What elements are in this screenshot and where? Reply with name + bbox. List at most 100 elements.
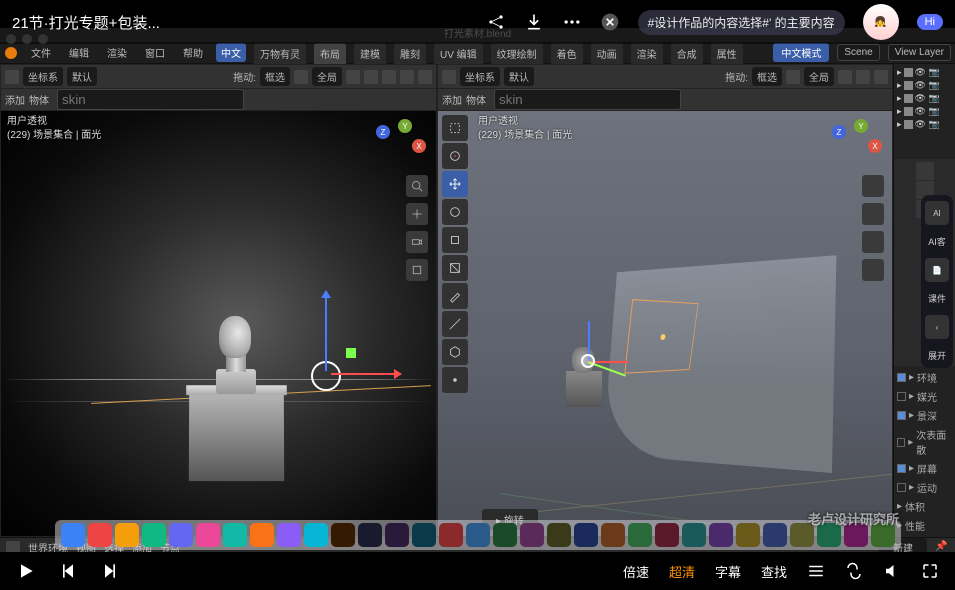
gizmo-z-axis[interactable] [325,291,327,371]
snap-icon[interactable] [786,70,800,84]
volume-icon[interactable] [883,562,901,580]
transform-space[interactable]: 全局 [312,67,342,86]
shading-icon[interactable] [418,70,432,84]
perspective-icon[interactable] [406,259,428,281]
dock-app[interactable] [547,523,571,547]
hi-badge[interactable]: Hi [917,14,943,30]
dock-app[interactable] [655,523,679,547]
menu-render[interactable]: 渲染 [102,43,132,62]
download-icon[interactable] [524,12,544,32]
workspace-tab[interactable]: 建模 [354,43,386,64]
playlist-icon[interactable] [807,562,825,580]
subtitle-button[interactable]: 字幕 [715,562,741,581]
dock-app[interactable] [628,523,652,547]
tool-annotate[interactable] [442,283,468,309]
dock-app[interactable] [520,523,544,547]
avatar[interactable]: 👧 [863,4,899,40]
tool-scale[interactable] [442,227,468,253]
menu-file[interactable]: 文件 [26,43,56,62]
tool-transform[interactable] [442,255,468,281]
workspace-tab[interactable]: 万物有灵 [254,43,306,64]
menu-window[interactable]: 窗口 [140,43,170,62]
speed-button[interactable]: 倍速 [623,562,649,581]
prop-row[interactable]: ▸景深 [896,406,953,425]
shading-material-icon[interactable] [856,70,870,84]
pan-icon[interactable] [406,203,428,225]
nav-gizmo[interactable]: XYZ [832,117,882,167]
dock-app[interactable] [493,523,517,547]
prop-row[interactable]: ▸屏幕 [896,459,953,478]
dock-app[interactable] [331,523,355,547]
dock-app[interactable] [358,523,382,547]
tool-move[interactable] [442,171,468,197]
viewport-canvas-left[interactable]: 用户透视 (229) 场景集合 | 面光 XYZ [1,111,436,536]
perspective-icon[interactable] [862,259,884,281]
mode-button[interactable]: 中文模式 [773,43,829,62]
dock-app[interactable] [763,523,787,547]
tool-extra[interactable] [442,367,468,393]
share-icon[interactable] [486,12,506,32]
prop-row[interactable]: ▸性能 [896,516,953,535]
tool-measure[interactable] [442,311,468,337]
dock-app[interactable] [736,523,760,547]
lang-button[interactable]: 中文 [216,43,246,62]
zoom-icon[interactable] [862,175,884,197]
workspace-tab[interactable]: 雕刻 [394,43,426,64]
dock-app[interactable] [574,523,598,547]
snap-icon[interactable] [294,70,308,84]
outliner[interactable]: ▸ 👁 📷 ▸ 👁 📷 ▸ 👁 📷 ▸ 👁 📷 ▸ 👁 📷 [894,64,955,159]
editor-type-icon[interactable] [442,70,456,84]
dock-app[interactable] [682,523,706,547]
fullscreen-icon[interactable] [921,562,939,580]
workspace-tab-active[interactable]: 布局 [314,43,346,64]
dock-app[interactable] [466,523,490,547]
play-icon[interactable] [16,561,36,581]
scene-field[interactable]: Scene [837,44,879,61]
shading-icon[interactable] [382,70,396,84]
workspace-tab[interactable]: 属性 [711,43,743,64]
tool-cursor[interactable] [442,143,468,169]
viewlayer-field[interactable]: View Layer [888,44,951,61]
prop-row[interactable]: ▸体积 [896,497,953,516]
shading-icon[interactable] [364,70,378,84]
search-button[interactable]: 查找 [761,562,787,581]
loop-icon[interactable] [845,562,863,580]
gizmo-x-axis[interactable] [331,373,401,375]
dock-app[interactable] [169,523,193,547]
menu-help[interactable]: 帮助 [178,43,208,62]
drag-mode[interactable]: 框选 [752,67,782,86]
drag-mode[interactable]: 框选 [260,67,290,86]
expand-icon[interactable]: ‹ [925,315,949,339]
camera-icon[interactable] [406,231,428,253]
more-icon[interactable] [562,12,582,32]
dock-app[interactable] [61,523,85,547]
prop-row[interactable]: ▸次表面散 [896,425,953,459]
prop-row[interactable]: ▸媒光 [896,387,953,406]
workspace-tab[interactable]: 动画 [591,43,623,64]
quality-button[interactable]: 超清 [669,562,695,581]
dock-app[interactable] [142,523,166,547]
menu-edit[interactable]: 编辑 [64,43,94,62]
proportional-icon[interactable] [346,70,360,84]
object-menu[interactable]: 物体 [29,92,49,107]
workspace-tab[interactable]: UV 编辑 [434,43,483,64]
courseware-icon[interactable]: 📄 [925,258,949,282]
dock-app[interactable] [412,523,436,547]
dock-app[interactable] [88,523,112,547]
viewport-canvas-right[interactable]: 用户透视 (229) 场景集合 | 面光 XYZ [438,111,892,536]
orientation-label[interactable]: 坐标系 [460,67,500,86]
workspace-tab[interactable]: 合成 [671,43,703,64]
orientation-label[interactable]: 坐标系 [23,67,63,86]
dock-app[interactable] [385,523,409,547]
dock-app[interactable] [277,523,301,547]
add-menu[interactable]: 添加 [442,92,462,107]
dock-app[interactable] [439,523,463,547]
ai-icon[interactable]: AI [925,201,949,225]
zoom-icon[interactable] [406,175,428,197]
tool-rotate[interactable] [442,199,468,225]
close-icon[interactable] [600,12,620,32]
search-input[interactable] [57,89,244,110]
shading-icon[interactable] [400,70,414,84]
search-input[interactable] [494,89,681,110]
add-menu[interactable]: 添加 [5,92,25,107]
